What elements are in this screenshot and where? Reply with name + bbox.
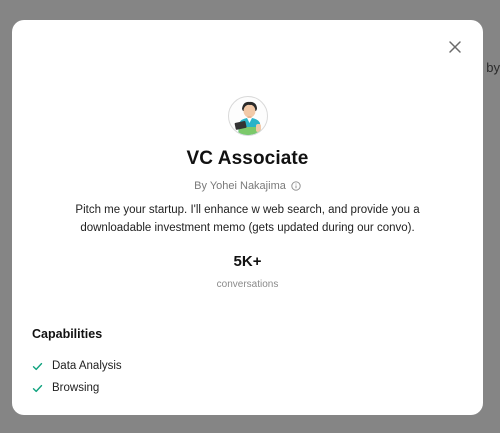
capabilities-list: Data Analysis Browsing xyxy=(32,355,122,399)
person-illustration-icon xyxy=(234,101,261,135)
background-text-fragment: by xyxy=(486,60,500,75)
list-item: Data Analysis xyxy=(32,355,122,377)
author-name[interactable]: By Yohei Nakajima xyxy=(194,180,286,192)
capability-label: Data Analysis xyxy=(52,360,122,372)
close-icon[interactable] xyxy=(447,39,463,55)
gpt-avatar xyxy=(228,96,268,136)
gpt-description: Pitch me your startup. I'll enhance w we… xyxy=(75,204,420,234)
gpt-title: VC Associate xyxy=(186,148,309,169)
capability-label: Browsing xyxy=(52,382,100,394)
author-byline: By Yohei Nakajima xyxy=(12,180,483,192)
capabilities-heading: Capabilities xyxy=(32,327,103,341)
gpt-detail-modal: VC Associate By Yohei Nakajima Pitch me … xyxy=(12,20,483,415)
check-icon xyxy=(32,362,43,370)
check-icon xyxy=(32,384,43,392)
info-icon[interactable] xyxy=(291,181,301,191)
conversation-count-label: conversations xyxy=(216,279,279,290)
list-item: Browsing xyxy=(32,377,122,399)
conversation-count: 5K+ xyxy=(233,253,262,270)
